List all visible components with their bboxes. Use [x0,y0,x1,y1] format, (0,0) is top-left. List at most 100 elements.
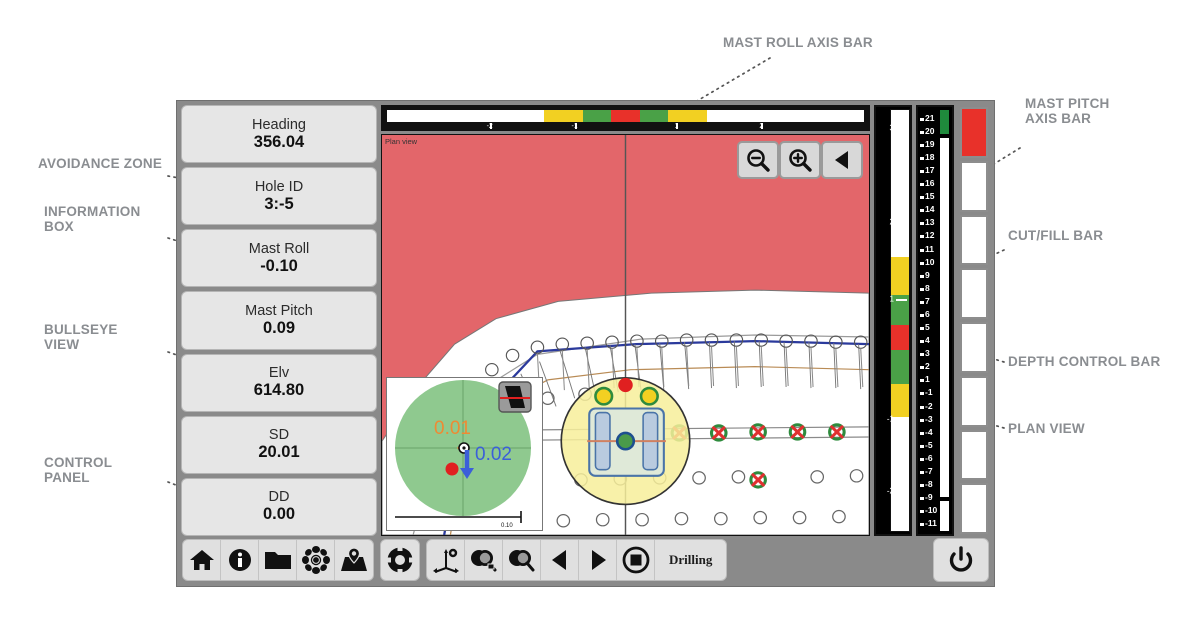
gnss-button[interactable] [297,540,335,580]
info-item-hole-id[interactable]: Hole ID 3:-5 [181,167,377,226]
info-item-elevation[interactable]: Elv 614.80 [181,353,377,412]
along-offset-value: 0.02 [475,444,512,465]
mast-roll-segment-3 [611,110,640,122]
annotation-mast-pitch-axis-bar: MAST PITCH AXIS BAR [1025,96,1110,126]
depth-tick [920,366,924,370]
mast-roll-tick-label: -1 [571,123,578,130]
satellite-flower-icon [301,546,330,574]
info-item-mast-roll[interactable]: Mast Roll -0.10 [181,229,377,288]
back-button[interactable] [821,141,863,179]
map-button[interactable] [335,540,373,580]
depth-control-bar[interactable]: 21 20 19 18 17 16 15 14 13 12 11 10 9 8 7 6 5 4 3 2 1 -1 -2 -3-… [916,105,954,536]
gnss-antenna-left [594,386,614,406]
annotation-control-panel: CONTROL PANEL [44,455,113,485]
bullseye-canvas: 0.01 0.02 0.10 [387,378,542,530]
scale-bar-label: 0.10 [501,523,513,529]
home-button[interactable] [183,540,221,580]
info-item-sd[interactable]: SD 20.01 [181,415,377,474]
annotation-bullseye-view: BULLSEYE VIEW [44,322,118,352]
map-pin-icon [341,547,367,571]
depth-tick-label: 11 [925,243,934,254]
info-value: 0.09 [262,318,296,337]
info-value: 20.01 [258,443,300,462]
info-label: Heading [251,116,306,133]
mast-roll-axis-bar[interactable]: -2 -1 1 2 [381,105,870,131]
rig-center-marker [615,431,636,451]
magnifier-icon [508,550,534,572]
zoom-out-button[interactable] [737,141,779,179]
active-hole-marker [618,377,633,393]
mast-roll-segment-0 [387,110,545,122]
depth-tick [920,117,924,121]
power-button[interactable] [933,538,989,582]
bullseye-view[interactable]: 0.01 0.02 0.10 [386,377,543,531]
depth-tick [920,130,924,134]
life-ring-icon [387,547,413,573]
info-value: 0.00 [262,505,296,524]
depth-tick [920,510,924,514]
status-indicator: Drilling [669,552,713,567]
depth-tick [920,261,924,265]
mast-pitch-track [890,109,910,532]
depth-tick-label: 8 [925,282,930,293]
help-button[interactable] [381,540,419,580]
depth-tick-label: -9 [925,492,933,503]
drill-guidance-display: Heading 356.04 Hole ID 3:-5 Mast Roll -0… [176,100,995,587]
zoom-view-button[interactable] [465,540,503,580]
depth-tick [920,484,924,488]
mast-roll-segment-1 [544,110,583,122]
depth-tick [920,183,924,187]
depth-tick [920,170,924,174]
cut-fill-bar[interactable] [958,105,990,536]
info-label: DD [268,489,290,506]
stop-button[interactable] [617,540,655,580]
zoom-area-button[interactable] [503,540,541,580]
target-center [462,446,466,450]
depth-tick [920,248,924,252]
mast-roll-tick-label: 2 [759,123,764,130]
depth-tick-label: 16 [925,178,935,189]
annotation-information-box: INFORMATION BOX [44,204,141,234]
depth-tick [920,327,924,331]
mast-pitch-tick-label: -2 [886,486,894,496]
cut-fill-segment [960,107,988,158]
power-icon [949,546,973,572]
depth-tick [920,392,924,396]
depth-tick [920,300,924,304]
triangle-left-icon [551,550,566,570]
info-item-dd[interactable]: DD 0.00 [181,477,377,536]
mast-roll-tick-label: 1 [674,123,679,130]
next-button[interactable] [579,540,617,580]
depth-tick [920,457,924,461]
info-button[interactable] [221,540,259,580]
zoom-in-button[interactable] [779,141,821,179]
depth-tick-label: 4 [925,335,930,346]
toolbar-group-help [380,539,420,581]
mast-pitch-segment-4 [891,349,909,384]
info-item-mast-pitch[interactable]: Mast Pitch 0.09 [181,291,377,350]
prev-button[interactable] [541,540,579,580]
mast-pitch-tick [896,299,907,302]
plan-view[interactable]: Plan view 0.01 0.02 0.10 [381,134,870,536]
depth-tick-label: -2 [925,400,933,411]
cut-fill-segment [960,429,988,481]
depth-tick [920,379,924,383]
plan-view-label: Plan view [385,137,418,146]
information-box-panel: Heading 356.04 Hole ID 3:-5 Mast Roll -0… [181,105,381,536]
depth-target-indicator [940,110,949,134]
annotation-cut-fill-bar: CUT/FILL BAR [1008,228,1104,243]
toolbar-group-view: Drilling [426,539,728,581]
mast-roll-segment-4 [639,110,669,122]
files-button[interactable] [259,540,297,580]
mast-roll-tick-label: -2 [486,123,493,130]
axes-setup-button[interactable] [427,540,465,580]
info-item-heading[interactable]: Heading 356.04 [181,105,377,164]
triangle-right-icon [591,550,606,570]
depth-tick-label: 2 [925,361,930,372]
depth-tick [920,418,924,422]
info-icon [228,549,251,571]
depth-tick-label: 1 [925,374,930,385]
depth-progress-track [940,136,949,500]
mast-roll-segment-6 [706,110,864,122]
mast-pitch-axis-bar[interactable]: 3 2 1 -1 -2 [874,105,912,536]
